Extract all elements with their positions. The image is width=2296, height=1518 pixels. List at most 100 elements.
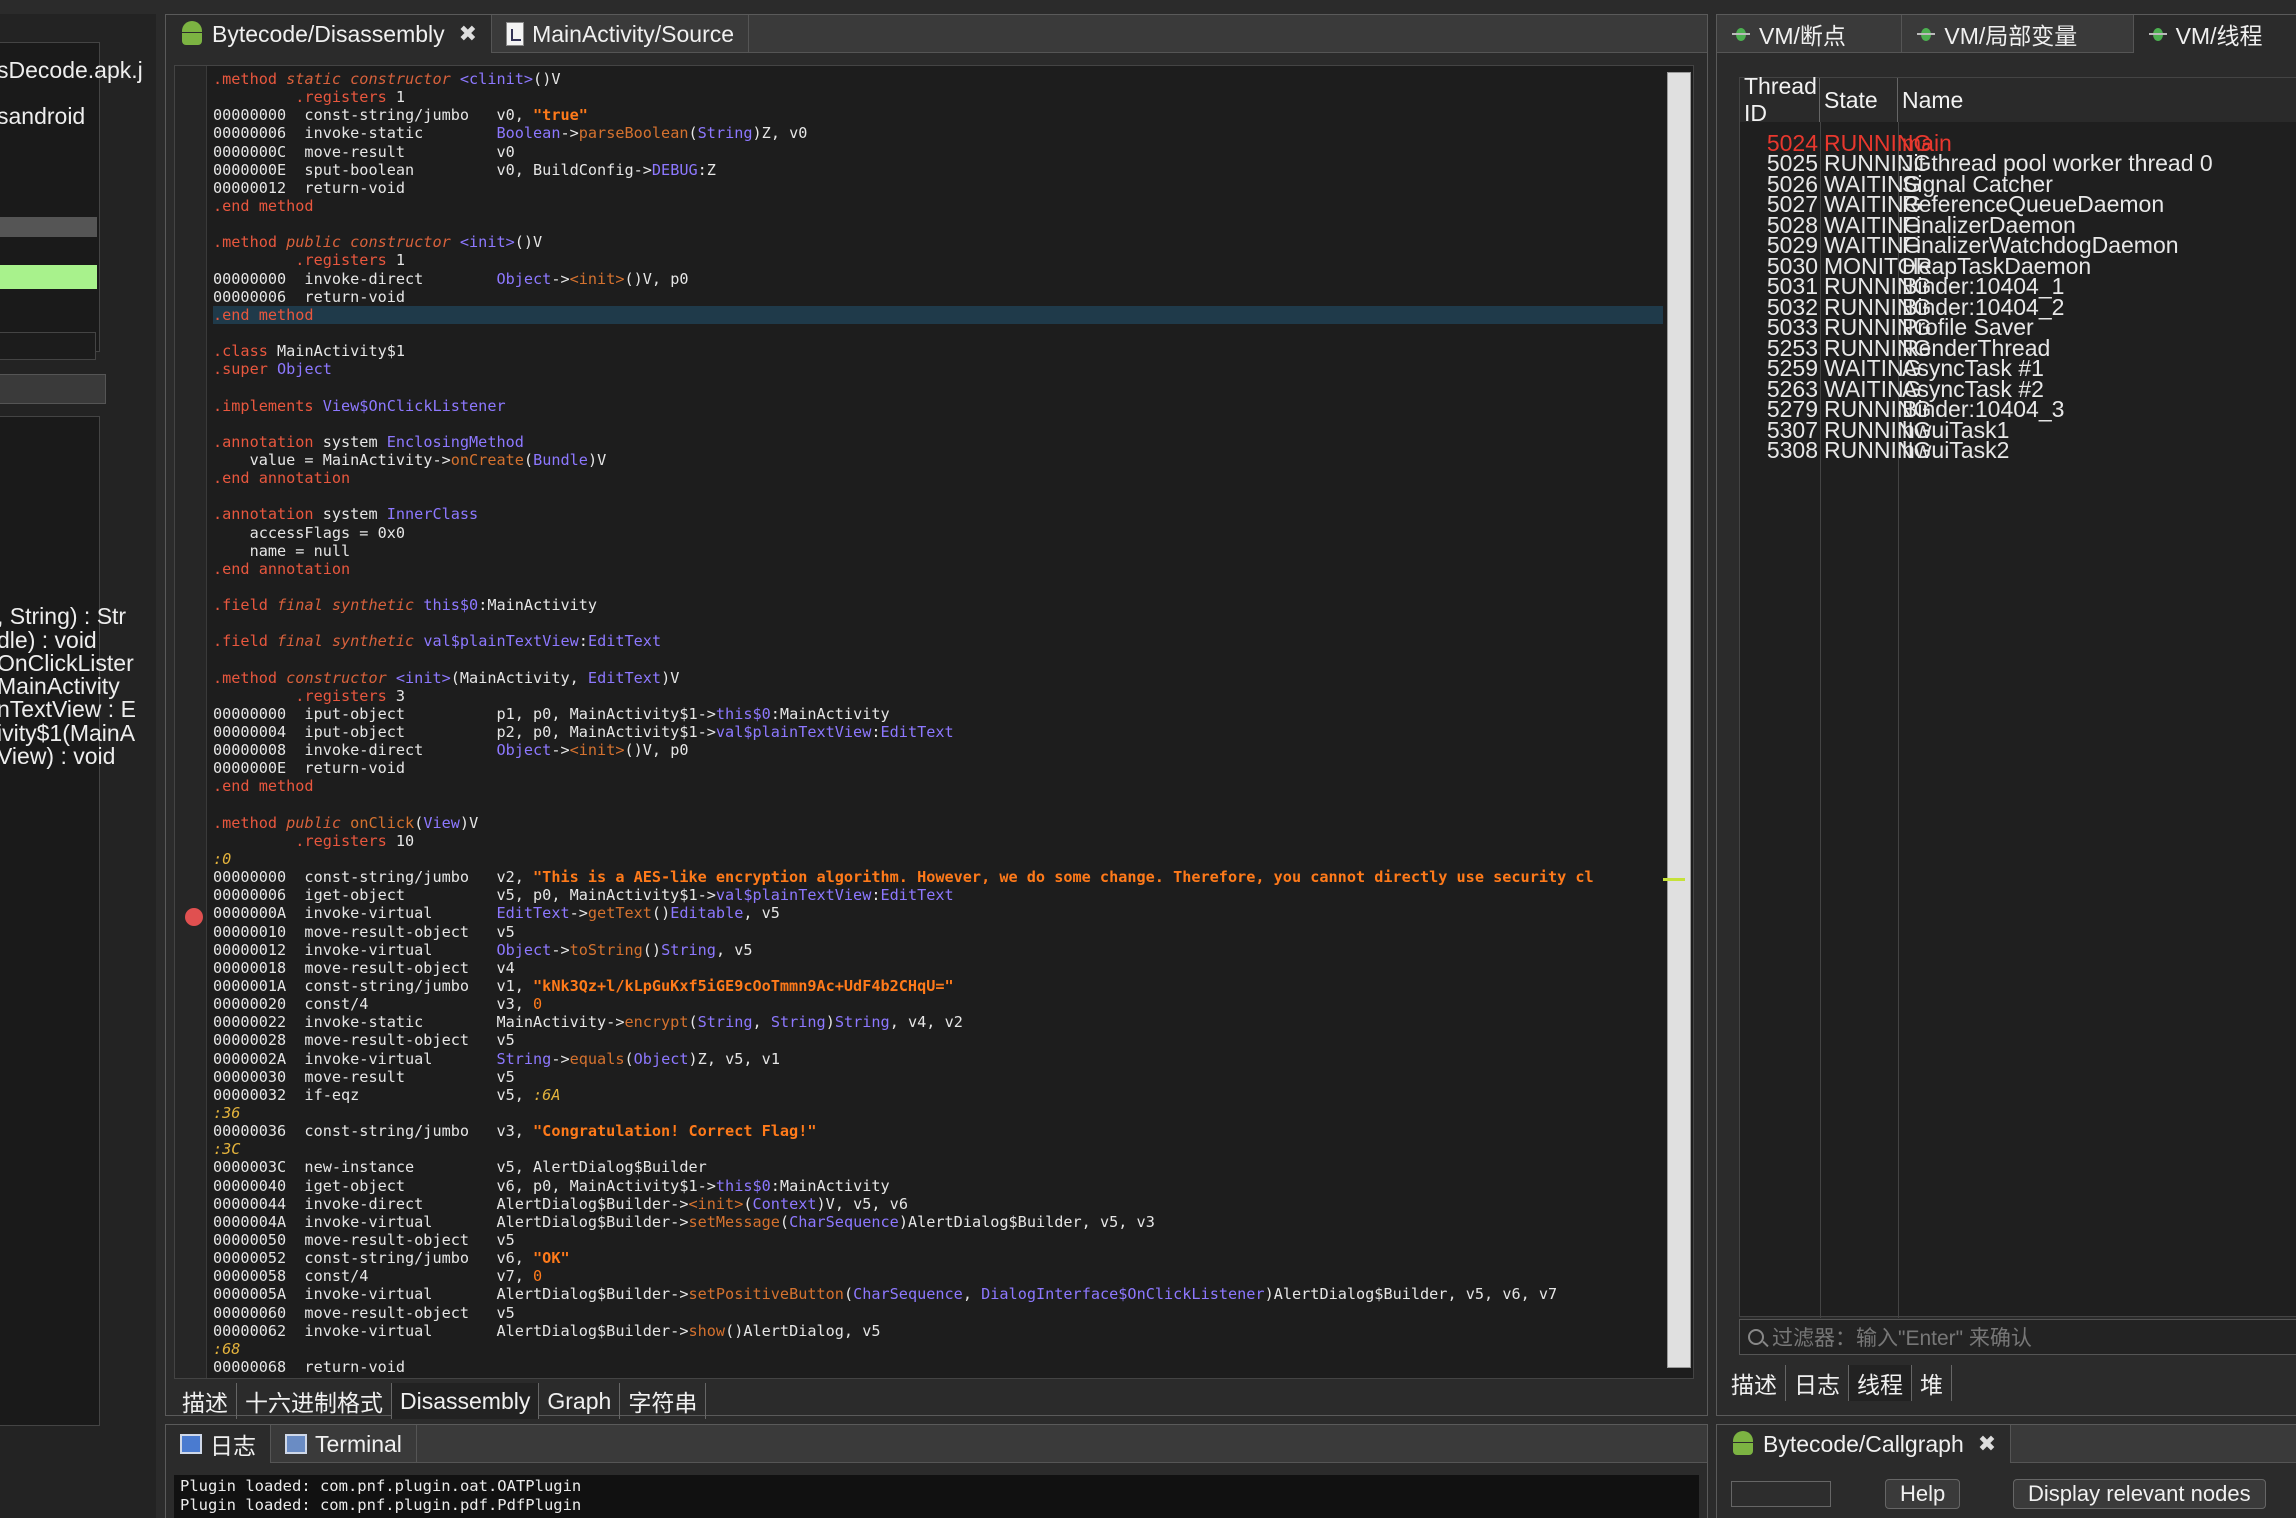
code-line[interactable]: 0000002A invoke-virtual String->equals(O… <box>213 1050 1663 1068</box>
code-line[interactable]: 00000006 invoke-static Boolean->parseBoo… <box>213 124 1663 142</box>
tab-vm-description[interactable]: 描述 <box>1723 1365 1786 1401</box>
code-line[interactable] <box>213 378 1663 396</box>
code-line[interactable]: 00000060 move-result-object v5 <box>213 1304 1663 1322</box>
tab-strings[interactable]: 字符串 <box>620 1383 707 1419</box>
code-line[interactable]: .implements View$OnClickListener <box>213 397 1663 415</box>
thread-row[interactable]: 5308 RUNNING hwuiTask2 <box>1740 436 2296 466</box>
code-line[interactable]: .registers 3 <box>213 687 1663 705</box>
code-line[interactable]: 0000004A invoke-virtual AlertDialog$Buil… <box>213 1213 1663 1231</box>
code-line[interactable]: 0000000E return-void <box>213 759 1663 777</box>
breakpoint-icon[interactable] <box>185 908 203 926</box>
code-line[interactable]: .annotation system InnerClass <box>213 505 1663 523</box>
code-line[interactable]: 00000036 const-string/jumbo v3, "Congrat… <box>213 1122 1663 1140</box>
display-relevant-nodes-button[interactable]: Display relevant nodes <box>2013 1479 2266 1509</box>
tree-item-package[interactable]: sandroid <box>0 103 85 130</box>
code-line[interactable] <box>213 324 1663 342</box>
code-line[interactable] <box>213 415 1663 433</box>
tab-vm-heap[interactable]: 堆 <box>1912 1365 1952 1401</box>
code-line[interactable]: .class MainActivity$1 <box>213 342 1663 360</box>
close-icon[interactable]: ✖ <box>1978 1431 1996 1457</box>
code-line[interactable]: .registers 10 <box>213 832 1663 850</box>
close-icon[interactable]: ✖ <box>459 21 477 47</box>
code-line[interactable] <box>213 487 1663 505</box>
code-line[interactable]: 00000010 move-result-object v5 <box>213 923 1663 941</box>
code-line[interactable]: 00000058 const/4 v7, 0 <box>213 1267 1663 1285</box>
tab-log[interactable]: 日志 <box>166 1425 271 1463</box>
code-line[interactable]: 00000000 const-string/jumbo v0, "true" <box>213 106 1663 124</box>
code-line[interactable]: .method static constructor <clinit>()V <box>213 70 1663 88</box>
tab-bytecode-disassembly[interactable]: Bytecode/Disassembly ✖ <box>166 15 493 53</box>
code-line[interactable]: accessFlags = 0x0 <box>213 524 1663 542</box>
code-line[interactable]: 00000012 return-void <box>213 179 1663 197</box>
vertical-scrollbar[interactable] <box>1667 72 1691 1368</box>
code-line[interactable]: .registers 1 <box>213 251 1663 269</box>
code-line[interactable]: 0000000E sput-boolean v0, BuildConfig->D… <box>213 161 1663 179</box>
code-line[interactable]: 00000006 return-void <box>213 288 1663 306</box>
column-header-state[interactable]: State <box>1820 78 1898 122</box>
code-line[interactable]: name = null <box>213 542 1663 560</box>
tab-description[interactable]: 描述 <box>174 1383 237 1419</box>
code-line[interactable]: 0000003C new-instance v5, AlertDialog$Bu… <box>213 1158 1663 1176</box>
code-editor[interactable]: .method static constructor <clinit>()V .… <box>174 65 1694 1379</box>
member-item[interactable]: , String) : Str <box>0 603 126 630</box>
editor-gutter[interactable] <box>175 66 207 1378</box>
code-line[interactable]: 00000004 iput-object p2, p0, MainActivit… <box>213 723 1663 741</box>
code-line[interactable] <box>213 215 1663 233</box>
code-line[interactable]: 0000000C move-result v0 <box>213 143 1663 161</box>
help-button[interactable]: Help <box>1885 1479 1961 1509</box>
code-line[interactable]: .end annotation <box>213 560 1663 578</box>
tab-vm-locals[interactable]: VM/局部变量 <box>1902 15 2134 53</box>
code-line[interactable]: 0000001A const-string/jumbo v1, "kNk3Qz+… <box>213 977 1663 995</box>
code-line[interactable]: .method constructor <init>(MainActivity,… <box>213 669 1663 687</box>
code-line[interactable]: 00000008 invoke-direct Object-><init>()V… <box>213 741 1663 759</box>
code-line[interactable]: 00000068 return-void <box>213 1358 1663 1376</box>
tab-vm-log[interactable]: 日志 <box>1786 1365 1849 1401</box>
code-line[interactable]: 00000012 invoke-virtual Object->toString… <box>213 941 1663 959</box>
code-line[interactable]: 00000044 invoke-direct AlertDialog$Build… <box>213 1195 1663 1213</box>
code-line[interactable]: 00000052 const-string/jumbo v6, "OK" <box>213 1249 1663 1267</box>
member-item[interactable]: nTextView : E <box>0 696 136 723</box>
code-line[interactable]: 00000050 move-result-object v5 <box>213 1231 1663 1249</box>
code-line[interactable]: 0000005A invoke-virtual AlertDialog$Buil… <box>213 1285 1663 1303</box>
tab-vm-threads[interactable]: VM/线程 <box>2133 15 2296 53</box>
code-line[interactable]: 00000006 iget-object v5, p0, MainActivit… <box>213 886 1663 904</box>
code-line[interactable]: value = MainActivity->onCreate(Bundle)V <box>213 451 1663 469</box>
callgraph-search-field[interactable] <box>1731 1481 1831 1507</box>
tab-hex[interactable]: 十六进制格式 <box>237 1383 392 1419</box>
code-line[interactable]: .end method <box>213 305 1663 324</box>
code-line[interactable]: .registers 1 <box>213 88 1663 106</box>
tree-filter-field[interactable] <box>0 332 96 360</box>
column-header-thread-id[interactable]: Thread ID <box>1740 73 1820 126</box>
code-line[interactable]: :68 <box>213 1340 1663 1358</box>
code-line[interactable]: .field final synthetic this$0:MainActivi… <box>213 596 1663 614</box>
tab-terminal[interactable]: Terminal <box>271 1425 417 1463</box>
code-line[interactable] <box>213 578 1663 596</box>
tab-mainactivity-source[interactable]: MainActivity/Source <box>492 15 750 53</box>
code-line[interactable]: 00000040 iget-object v6, p0, MainActivit… <box>213 1177 1663 1195</box>
code-line[interactable]: .annotation system EnclosingMethod <box>213 433 1663 451</box>
code-line[interactable]: 00000020 const/4 v3, 0 <box>213 995 1663 1013</box>
code-line[interactable]: 0000000A invoke-virtual EditText->getTex… <box>213 904 1663 922</box>
code-line[interactable]: 00000062 invoke-virtual AlertDialog$Buil… <box>213 1322 1663 1340</box>
code-line[interactable] <box>213 651 1663 669</box>
log-output[interactable]: Plugin loaded: com.pnf.plugin.oat.OATPlu… <box>174 1475 1699 1518</box>
code-line[interactable]: .end method <box>213 777 1663 795</box>
code-line[interactable] <box>213 796 1663 814</box>
column-header-name[interactable]: Name <box>1898 78 2296 122</box>
code-lines[interactable]: .method static constructor <clinit>()V .… <box>213 70 1663 1376</box>
tab-vm-breakpoints[interactable]: VM/断点 <box>1717 15 1903 53</box>
thread-filter-input[interactable]: 过滤器：输入"Enter" 来确认 <box>1739 1319 2296 1355</box>
code-line[interactable]: 00000000 invoke-direct Object-><init>()V… <box>213 270 1663 288</box>
member-item[interactable]: View) : void <box>0 743 115 770</box>
code-line[interactable]: .method public constructor <init>()V <box>213 233 1663 251</box>
code-line[interactable]: 00000030 move-result v5 <box>213 1068 1663 1086</box>
code-line[interactable]: :0 <box>213 850 1663 868</box>
code-line[interactable]: 00000022 invoke-static MainActivity->enc… <box>213 1013 1663 1031</box>
tree-item-apk[interactable]: sDecode.apk.j <box>0 57 143 84</box>
code-line[interactable]: 00000000 iput-object p1, p0, MainActivit… <box>213 705 1663 723</box>
tab-vm-threads-view[interactable]: 线程 <box>1849 1365 1912 1401</box>
code-line[interactable]: .field final synthetic val$plainTextView… <box>213 632 1663 650</box>
code-line[interactable]: :36 <box>213 1104 1663 1122</box>
code-line[interactable] <box>213 614 1663 632</box>
tab-bytecode-callgraph[interactable]: Bytecode/Callgraph ✖ <box>1717 1425 2012 1463</box>
